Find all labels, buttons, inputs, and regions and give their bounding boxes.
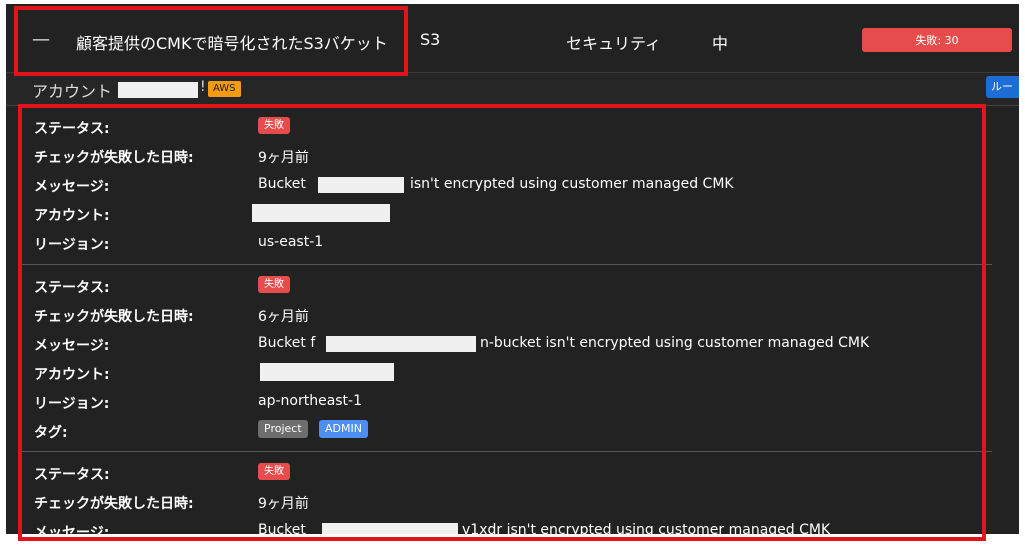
account-bar: アカウント ! AWS ルー	[6, 73, 1019, 106]
account-field-label: アカウント:	[34, 208, 110, 224]
status-label: ステータス:	[34, 280, 110, 296]
fail-count-badge: 失敗: 30	[862, 28, 1012, 52]
message-prefix: Bucket f	[258, 335, 316, 351]
failed-at-label: チェックが失敗した日時:	[34, 309, 194, 325]
separator-mark: !	[200, 79, 206, 95]
rule-title[interactable]: 顧客提供のCMKで暗号化されたS3バケット	[76, 30, 388, 54]
message-prefix: Bucket	[258, 522, 306, 534]
service-label: S3	[420, 30, 441, 49]
failed-at-value: 9ヶ月前	[258, 150, 309, 166]
message-row: メッセージ: Bucket f n-bucket isn't encrypted…	[34, 331, 974, 357]
rule-button[interactable]: ルー	[986, 76, 1019, 98]
finding-card: ステータス: 失敗 チェックが失敗した日時: 9ヶ月前 メッセージ: Bucke…	[20, 106, 992, 265]
message-row: メッセージ: Bucket v1xdr isn't encrypted usin…	[34, 518, 974, 534]
redacted-account	[252, 204, 390, 222]
region-label: リージョン:	[34, 237, 110, 253]
account-row: アカウント:	[34, 360, 534, 386]
tags-row: タグ: Project ADMIN	[34, 418, 534, 444]
redacted-bucket-name	[322, 523, 458, 534]
finding-card: ステータス: 失敗 チェックが失敗した日時: 6ヶ月前 メッセージ: Bucke…	[20, 265, 992, 452]
findings-panel: — 顧客提供のCMKで暗号化されたS3バケット S3 セキュリティ 中 失敗: …	[6, 4, 1019, 534]
account-field-label: アカウント:	[34, 367, 110, 383]
message-suffix: v1xdr isn't encrypted using customer man…	[462, 522, 831, 534]
message-label: メッセージ:	[34, 179, 110, 195]
message-row: メッセージ: Bucket isn't encrypted using cust…	[34, 172, 974, 198]
account-label: アカウント	[32, 82, 113, 101]
tag-project[interactable]: Project	[258, 420, 308, 438]
failed-at-label: チェックが失敗した日時:	[34, 150, 194, 166]
status-badge: 失敗	[258, 276, 290, 293]
redacted-account-id	[118, 82, 198, 98]
collapse-icon[interactable]: —	[32, 29, 50, 50]
status-label: ステータス:	[34, 121, 110, 137]
region-value: ap-northeast-1	[258, 393, 363, 409]
rule-header-row[interactable]: — 顧客提供のCMKで暗号化されたS3バケット S3 セキュリティ 中 失敗: …	[6, 4, 1019, 73]
message-label: メッセージ:	[34, 338, 110, 354]
redacted-bucket-name	[318, 177, 404, 193]
message-suffix: n-bucket isn't encrypted using customer …	[480, 335, 870, 351]
finding-card: ステータス: 失敗 チェックが失敗した日時: 9ヶ月前 メッセージ: Bucke…	[20, 452, 992, 534]
region-value: us-east-1	[258, 234, 324, 250]
failed-at-value: 9ヶ月前	[258, 496, 309, 512]
message-label: メッセージ:	[34, 525, 110, 534]
failed-at-value: 6ヶ月前	[258, 309, 309, 325]
message-prefix: Bucket	[258, 176, 306, 192]
status-label: ステータス:	[34, 467, 110, 483]
message-suffix: isn't encrypted using customer managed C…	[410, 176, 734, 192]
region-label: リージョン:	[34, 396, 110, 412]
redacted-bucket-name	[326, 336, 476, 352]
tags-label: タグ:	[34, 425, 68, 441]
tag-admin[interactable]: ADMIN	[319, 420, 368, 438]
severity-label: 中	[712, 34, 729, 53]
category-label: セキュリティ	[566, 34, 662, 53]
redacted-account	[260, 363, 394, 381]
failed-at-label: チェックが失敗した日時:	[34, 496, 194, 512]
status-badge: 失敗	[258, 463, 290, 480]
aws-provider-badge: AWS	[208, 81, 241, 97]
status-badge: 失敗	[258, 117, 290, 134]
account-row: アカウント:	[34, 201, 534, 227]
